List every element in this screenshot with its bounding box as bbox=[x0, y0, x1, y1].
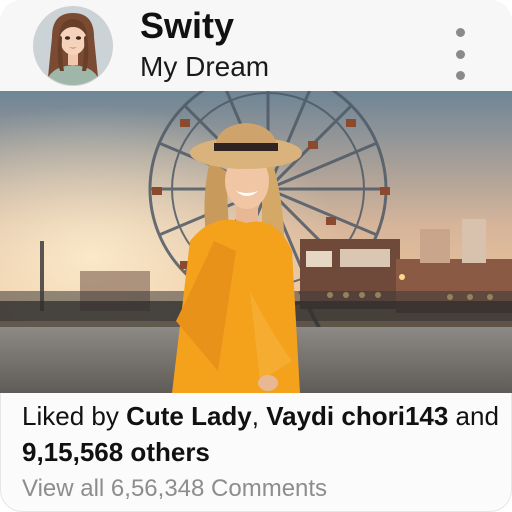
post-subtitle: My Dream bbox=[140, 51, 270, 82]
likes-count[interactable]: 9,15,568 others bbox=[22, 437, 210, 467]
dot bbox=[455, 71, 465, 80]
avatar[interactable] bbox=[34, 7, 112, 85]
post-photo[interactable] bbox=[0, 91, 512, 393]
username[interactable]: Swity bbox=[140, 6, 234, 46]
dot bbox=[455, 49, 465, 59]
liked-user-2[interactable]: Vaydi chori143 bbox=[266, 401, 448, 431]
post-card: Swity My Dream Liked by Cute Lady, Vaydi… bbox=[0, 0, 512, 512]
likes-conjunction: and bbox=[448, 401, 499, 431]
likes-caption: Liked by Cute Lady, Vaydi chori143 and 9… bbox=[22, 398, 502, 470]
liked-user-1[interactable]: Cute Lady bbox=[126, 401, 252, 431]
more-vertical-icon[interactable] bbox=[450, 28, 470, 80]
avatar-illustration bbox=[34, 7, 112, 85]
likes-separator: , bbox=[251, 401, 267, 431]
dot bbox=[455, 28, 465, 37]
view-comments-link[interactable]: View all 6,56,348 Comments bbox=[22, 474, 327, 504]
post-header: Swity My Dream bbox=[0, 0, 512, 92]
likes-prefix: Liked by bbox=[22, 401, 127, 431]
photo-illustration bbox=[0, 91, 512, 393]
